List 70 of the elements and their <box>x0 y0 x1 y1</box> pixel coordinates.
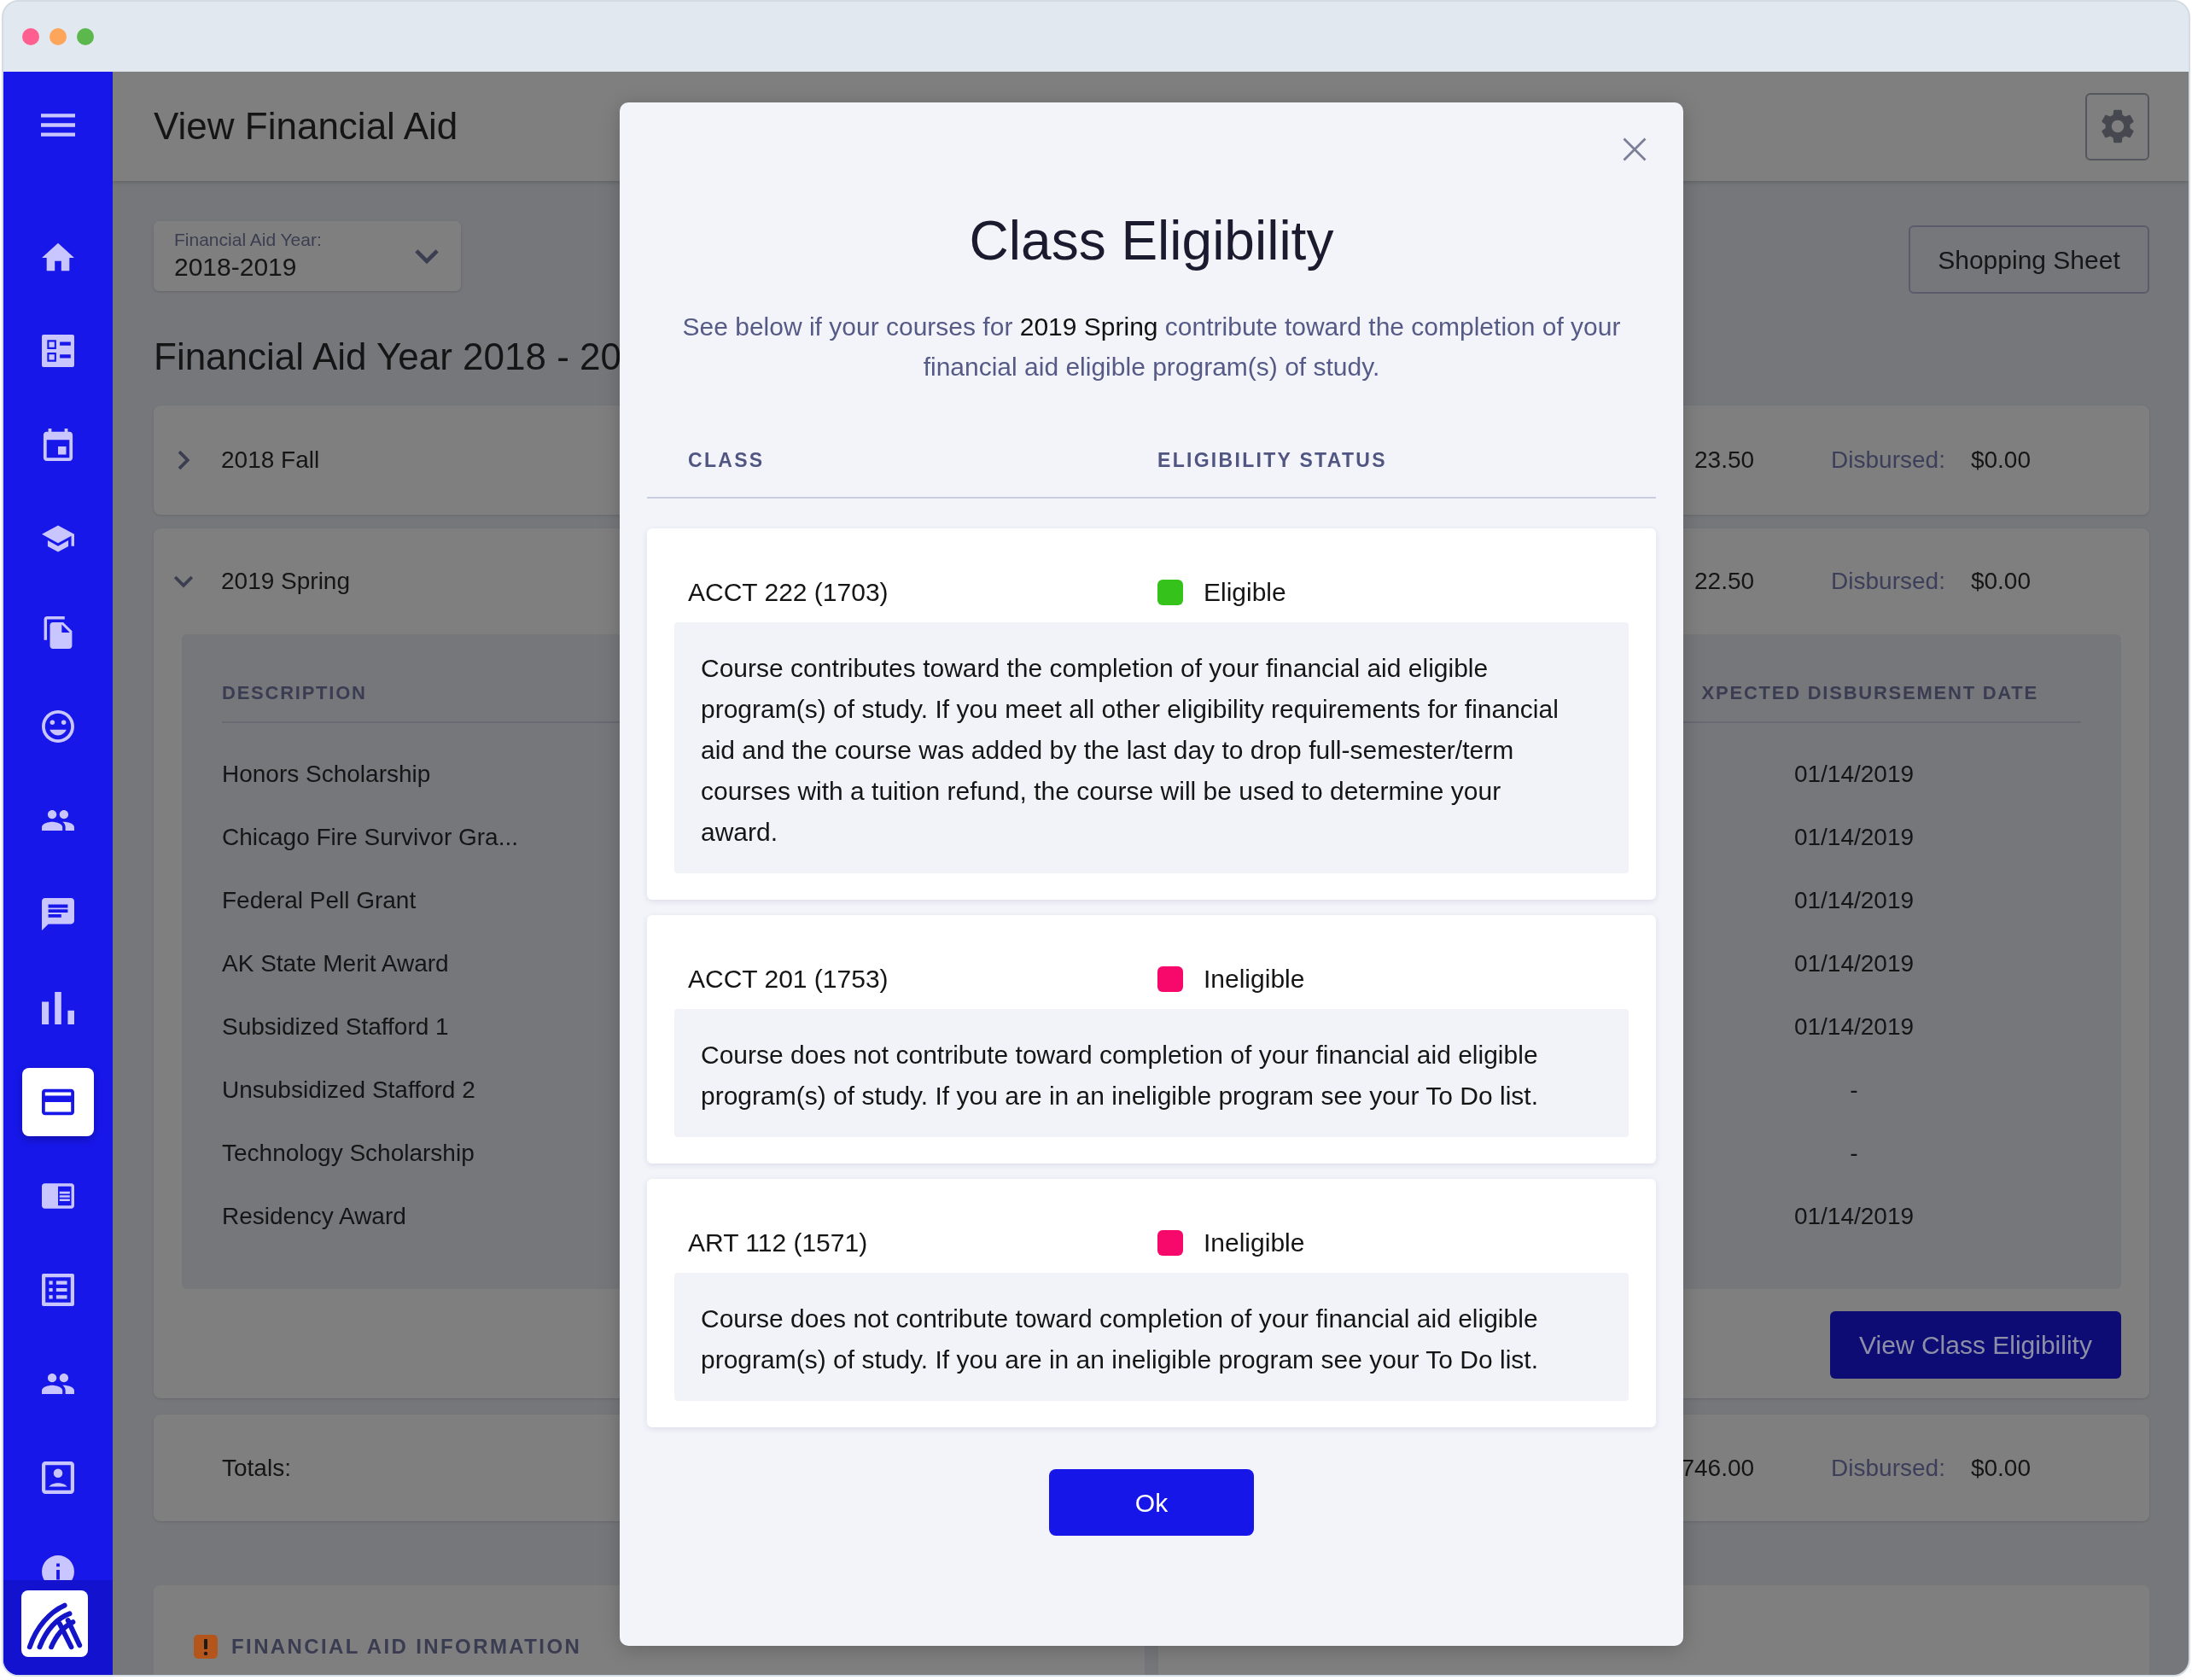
column-header: DESCRIPTION <box>222 680 367 705</box>
table-cell-text: Technology Scholarship <box>222 1139 475 1168</box>
documents-icon <box>42 616 74 649</box>
alert-icon <box>194 1635 218 1659</box>
disbursed-amount: $0.00 <box>1970 1453 2031 1483</box>
status-text: Eligible <box>1204 577 1286 608</box>
table-cell-text: Federal Pell Grant <box>222 886 417 915</box>
bar-chart-icon <box>42 992 74 1024</box>
table-cell-text: 01/14/2019 <box>1793 823 1915 852</box>
year-dropdown[interactable]: Financial Aid Year: 2018-2019 <box>154 221 461 291</box>
modal-intro: See below if your courses for 2019 Spring contribute toward the completion of your financial aid eligible program(s) of study. <box>681 312 1622 382</box>
table-cell-text: AK State Merit Award <box>222 949 449 978</box>
class-name: ACCT 222 (1703) <box>688 577 889 608</box>
course-description: Course contributes toward the completion of your financial aid eligible program(s) of study. If you meet all other eligibility requirements for financial aid and the course was added by the last day to drop full-semester/term courses with a tuition refund, the course will be used to determine your award. <box>701 653 1559 848</box>
disbursed-label: Disbursed: <box>1831 567 1945 596</box>
status-text: Ineligible <box>1204 1228 1305 1258</box>
table-cell-text: - <box>1849 1139 1859 1168</box>
smiley-icon <box>42 710 74 743</box>
table-cell-text: Residency Award <box>222 1202 406 1231</box>
term-name: 2019 Spring <box>221 567 350 596</box>
menu-icon <box>41 113 75 137</box>
table-cell-text: 01/14/2019 <box>1793 886 1915 915</box>
settings-icon <box>2100 109 2135 143</box>
info-icon <box>42 1555 74 1580</box>
page-title: View Financial Aid <box>154 104 458 149</box>
disbursed-amount: $0.00 <box>1970 446 2031 475</box>
class-name: ACCT 201 (1753) <box>688 964 889 995</box>
class-name: ART 112 (1571) <box>688 1228 869 1258</box>
ok-button[interactable]: Ok <box>1049 1469 1254 1536</box>
shopping-sheet-button[interactable]: Shopping Sheet <box>1909 225 2149 294</box>
table-cell-text: Subsidized Stafford 1 <box>222 1012 449 1041</box>
amount-text: 746.00 <box>1681 1453 1755 1483</box>
column-header: CLASS <box>688 448 766 473</box>
column-header: XPECTED DISBURSEMENT DATE <box>1701 680 2039 705</box>
amount-text: 22.50 <box>1694 567 1755 596</box>
logo-icon <box>21 1590 88 1657</box>
table-cell-text: Unsubsidized Stafford 2 <box>222 1076 475 1105</box>
view-class-eligibility-button[interactable]: View Class Eligibility <box>1830 1311 2121 1379</box>
close-icon <box>1622 137 1647 162</box>
panel-title: FINANCIAL AID INFORMATION <box>231 1635 582 1659</box>
modal-title: Class Eligibility <box>969 209 1334 273</box>
calendar-icon <box>42 429 74 461</box>
amount-text: 23.50 <box>1694 446 1755 475</box>
disbursed-label: Disbursed: <box>1831 1453 1945 1483</box>
totals-label: Totals: <box>222 1453 291 1483</box>
dropdown-label: Financial Aid Year: <box>174 229 322 251</box>
course-description: Course does not contribute toward completion of your financial aid eligible program(s) of study. If you are in an ineligible program see your To Do list. <box>701 1040 1539 1111</box>
dropdown-value: 2018-2019 <box>174 252 298 283</box>
table-cell-text: Chicago Fire Survivor Gra... <box>222 823 518 852</box>
column-header: ELIGIBILITY STATUS <box>1157 448 1388 473</box>
table-cell-text: 01/14/2019 <box>1793 949 1915 978</box>
table-cell-text: 01/14/2019 <box>1793 1202 1915 1231</box>
table-cell-text: - <box>1849 1076 1859 1105</box>
list-icon <box>42 1274 74 1306</box>
chat-icon <box>42 898 74 930</box>
sidebar-item[interactable] <box>22 1068 94 1136</box>
term-name: 2018 Fall <box>221 446 320 475</box>
status-text: Ineligible <box>1204 964 1305 995</box>
home-icon <box>42 241 74 273</box>
term-toggle[interactable]: 2019 Spring <box>172 563 350 599</box>
section-heading: Financial Aid Year 2018 - 20 <box>154 335 621 378</box>
course-description: Course does not contribute toward completion of your financial aid eligible program(s) of study. If you are in an ineligible program see your To Do list. <box>701 1304 1539 1375</box>
disbursed-amount: $0.00 <box>1970 567 2031 596</box>
table-cell-text: Honors Scholarship <box>222 760 431 789</box>
dashboard-icon <box>42 335 74 367</box>
table-cell-text: 01/14/2019 <box>1793 1012 1915 1041</box>
contact-card-icon <box>42 1461 74 1494</box>
table-cell-text: 01/14/2019 <box>1793 760 1915 789</box>
term-toggle[interactable]: 2018 Fall <box>172 442 320 478</box>
disbursed-label: Disbursed: <box>1831 446 1945 475</box>
